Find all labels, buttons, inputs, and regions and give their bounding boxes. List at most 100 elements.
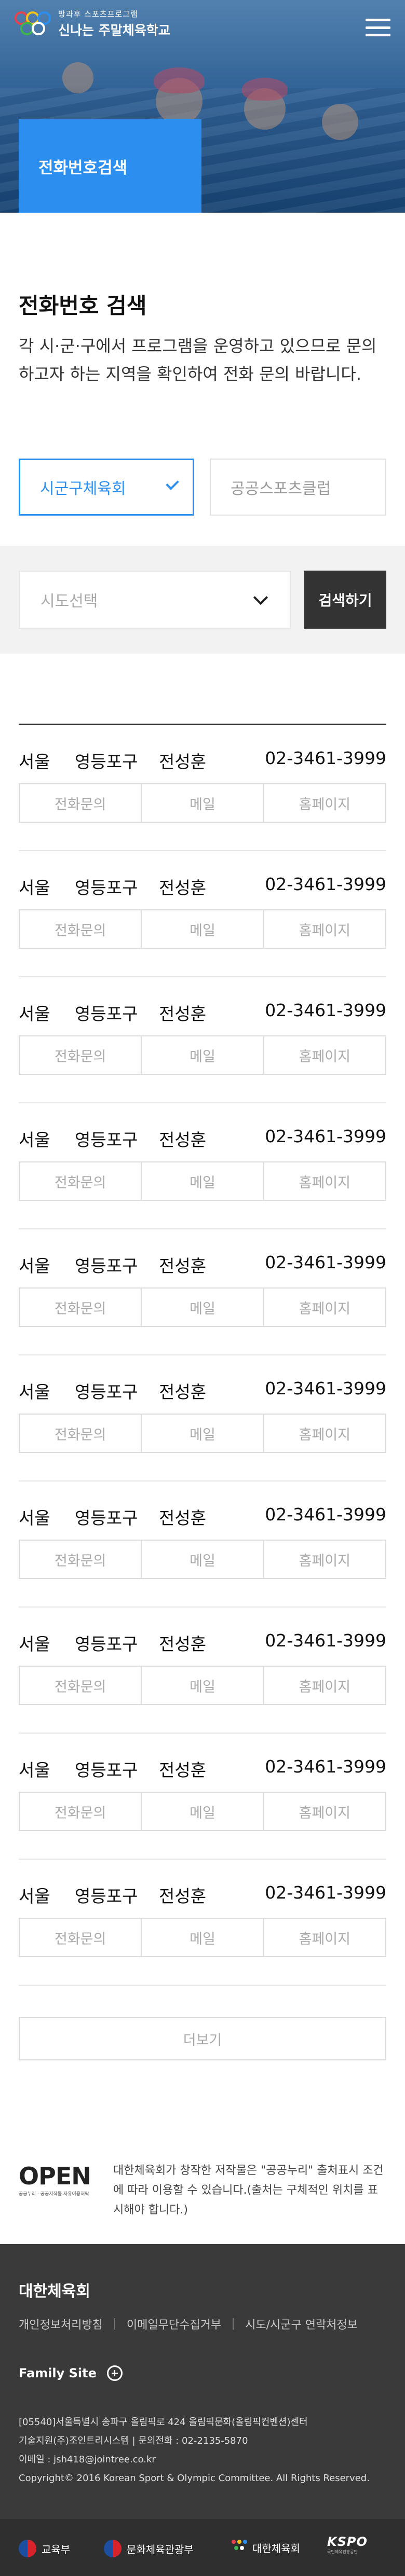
contact-name: 전성훈 (159, 1886, 207, 1906)
hamburger-menu-icon[interactable] (366, 19, 390, 36)
footer-links: 개인정보처리방침 이메일무단수집거부 시도/시군구 연락처정보 (19, 2316, 358, 2332)
mail-button[interactable]: 메일 (142, 1793, 264, 1830)
chevron-down-icon (253, 590, 268, 605)
kspo-logo[interactable]: KSPO 국민체육진흥공단 (327, 2535, 368, 2555)
tab-label: 시군구체육회 (40, 480, 126, 498)
copyright-line: Copyright© 2016 Korean Sport & Olympic C… (19, 2473, 370, 2484)
logo-subtitle: 방과후 스포츠프로그램 (58, 9, 138, 19)
call-button[interactable]: 전화문의 (20, 1036, 142, 1074)
phone-number: 02-3461-3999 (265, 1126, 386, 1146)
region-text: 서울 (19, 1004, 50, 1024)
contact-actions: 전화문의 메일 홈페이지 (19, 1666, 386, 1705)
contact-name: 전성훈 (159, 878, 207, 898)
phone-number: 02-3461-3999 (265, 1630, 386, 1651)
ksoc-logo[interactable]: 대한체육회 (232, 2540, 300, 2555)
mail-button[interactable]: 메일 (142, 1289, 264, 1326)
family-site-toggle[interactable]: Family Site (19, 2365, 123, 2381)
phone-number: 02-3461-3999 (265, 1378, 386, 1398)
region-select[interactable]: 시도선택 (19, 571, 291, 629)
plus-circle-icon (106, 2365, 123, 2381)
tab-sigungu[interactable]: 시군구체육회 (19, 459, 194, 516)
region-text: 서울 (19, 1886, 50, 1906)
phone-number: 02-3461-3999 (265, 874, 386, 894)
call-button[interactable]: 전화문의 (20, 784, 142, 822)
contact-actions: 전화문의 메일 홈페이지 (19, 1792, 386, 1831)
contact-row: 서울 영등포구 전성훈 02-3461-3999 (19, 1756, 386, 1780)
call-button[interactable]: 전화문의 (20, 1541, 142, 1578)
list-item: 서울 영등포구 전성훈 02-3461-3999 전화문의 메일 홈페이지 (19, 977, 386, 1103)
tab-label: 공공스포츠클럽 (231, 480, 331, 498)
district-text: 영등포구 (75, 878, 138, 898)
more-button[interactable]: 더보기 (19, 2017, 386, 2060)
call-button[interactable]: 전화문의 (20, 1667, 142, 1704)
list-item: 서울 영등포구 전성훈 02-3461-3999 전화문의 메일 홈페이지 (19, 1608, 386, 1734)
copyright-notice: OPEN 공공누리 · 공공저작물 자유이용허락 대한체육회가 창작한 저작물은… (0, 2140, 405, 2244)
mcst-logo[interactable]: 문화체육관광부 (104, 2540, 194, 2557)
site-logo[interactable]: 방과후 스포츠프로그램 신나는 주말체육학교 (15, 8, 170, 39)
homepage-button[interactable]: 홈페이지 (264, 1289, 385, 1326)
call-button[interactable]: 전화문의 (20, 1919, 142, 1956)
contact-name: 전성훈 (159, 1130, 207, 1150)
phone-number: 02-3461-3999 (265, 1252, 386, 1272)
link-divider (233, 2318, 234, 2330)
logo-rings-icon (15, 9, 52, 38)
tab-public-sports-club[interactable]: 공공스포츠클럽 (210, 459, 386, 516)
phone-number: 02-3461-3999 (265, 748, 386, 768)
homepage-button[interactable]: 홈페이지 (264, 1919, 385, 1956)
homepage-button[interactable]: 홈페이지 (264, 1036, 385, 1074)
region-text: 서울 (19, 752, 50, 772)
contact-actions: 전화문의 메일 홈페이지 (19, 1414, 386, 1453)
call-button[interactable]: 전화문의 (20, 910, 142, 948)
call-button[interactable]: 전화문의 (20, 1289, 142, 1326)
homepage-button[interactable]: 홈페이지 (264, 1793, 385, 1830)
mail-button[interactable]: 메일 (142, 910, 264, 948)
notice-text: 대한체육회가 창작한 저작물은 "공공누리" 출처표시 조건에 따라 이용할 수… (113, 2164, 384, 2217)
homepage-button[interactable]: 홈페이지 (264, 1667, 385, 1704)
phone-number: 02-3461-3999 (265, 1504, 386, 1525)
mail-button[interactable]: 메일 (142, 1541, 264, 1578)
homepage-button[interactable]: 홈페이지 (264, 784, 385, 822)
homepage-button[interactable]: 홈페이지 (264, 1541, 385, 1578)
contact-row: 서울 영등포구 전성훈 02-3461-3999 (19, 1252, 386, 1276)
mail-button[interactable]: 메일 (142, 784, 264, 822)
homepage-button[interactable]: 홈페이지 (264, 1415, 385, 1452)
mail-button[interactable]: 메일 (142, 1667, 264, 1704)
contact-name: 전성훈 (159, 1382, 207, 1402)
taegeuk-icon (19, 2540, 36, 2557)
logo-title: 신나는 주말체육학교 (58, 23, 170, 38)
call-button[interactable]: 전화문의 (20, 1793, 142, 1830)
list-item: 서울 영등포구 전성훈 02-3461-3999 전화문의 메일 홈페이지 (19, 1734, 386, 1860)
taegeuk-icon (104, 2540, 122, 2557)
call-button[interactable]: 전화문의 (20, 1162, 142, 1200)
footer: 대한체육회 개인정보처리방침 이메일무단수집거부 시도/시군구 연락처정보 Fa… (0, 2244, 405, 2576)
org-logo-label: 문화체육관광부 (127, 2543, 194, 2556)
district-text: 영등포구 (75, 1382, 138, 1402)
address-line: [05540]서울특별시 송파구 올림픽로 424 올림픽문화(올림픽컨벤션)센… (19, 2417, 308, 2428)
open-logo-text: OPEN (19, 2162, 91, 2190)
phone-number: 02-3461-3999 (265, 1882, 386, 1903)
open-logo-subtext: 공공누리 · 공공저작물 자유이용허락 (19, 2192, 89, 2197)
mail-button[interactable]: 메일 (142, 1919, 264, 1956)
footer-address: [05540]서울특별시 송파구 올림픽로 424 올림픽문화(올림픽컨벤션)센… (19, 2413, 393, 2488)
region-text: 서울 (19, 1760, 50, 1780)
privacy-policy-link[interactable]: 개인정보처리방침 (19, 2316, 103, 2332)
org-logos: 교육부 문화체육관광부 대한체육회 KSPO 국민체육진흥공단 (0, 2519, 405, 2576)
region-text: 서울 (19, 1508, 50, 1528)
link-divider (114, 2318, 115, 2330)
mail-button[interactable]: 메일 (142, 1036, 264, 1074)
mail-button[interactable]: 메일 (142, 1162, 264, 1200)
open-license-logo: OPEN 공공누리 · 공공저작물 자유이용허락 (19, 2163, 102, 2205)
kspo-logo-subtext: 국민체육진흥공단 (327, 2550, 358, 2554)
check-icon (166, 477, 179, 490)
search-button[interactable]: 검색하기 (304, 571, 386, 629)
list-item: 서울 영등포구 전성훈 02-3461-3999 전화문의 메일 홈페이지 (19, 1355, 386, 1481)
contact-info-link[interactable]: 시도/시군구 연락처정보 (245, 2316, 358, 2332)
address-line: 기술지원(주)조인트리시스템 | 문의전화 : 02-2135-5870 (19, 2435, 248, 2446)
homepage-button[interactable]: 홈페이지 (264, 910, 385, 948)
moe-logo[interactable]: 교육부 (19, 2540, 70, 2557)
mail-button[interactable]: 메일 (142, 1415, 264, 1452)
call-button[interactable]: 전화문의 (20, 1415, 142, 1452)
homepage-button[interactable]: 홈페이지 (264, 1162, 385, 1200)
ksoc-emblem-icon (232, 2540, 247, 2555)
email-refusal-link[interactable]: 이메일무단수집거부 (127, 2316, 221, 2332)
